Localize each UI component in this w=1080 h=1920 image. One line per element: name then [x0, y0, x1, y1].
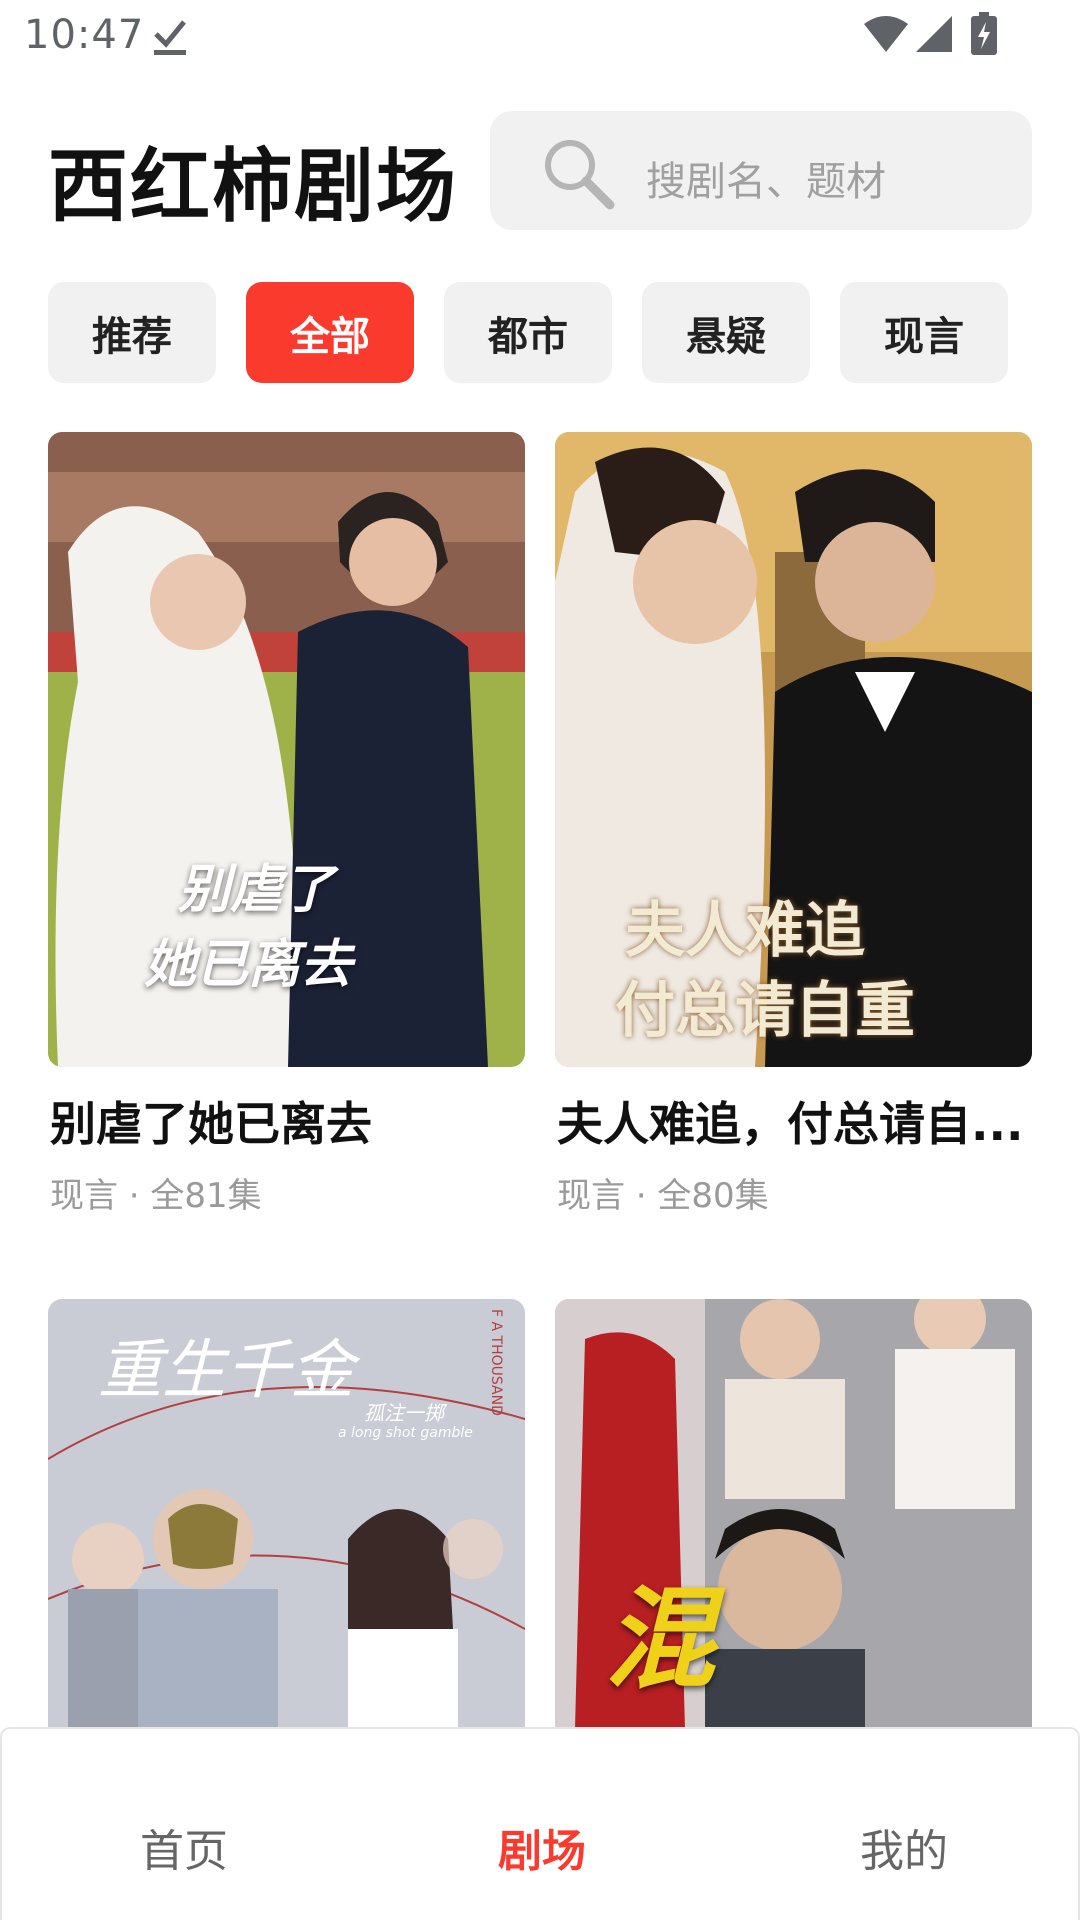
bottom-nav: 首页 剧场 我的 — [0, 1727, 1080, 1920]
tab-recommend[interactable]: 推荐 — [48, 282, 216, 383]
nav-mine[interactable]: 我的 — [860, 1815, 948, 1879]
tab-all[interactable]: 全部 — [246, 282, 414, 383]
drama-title[interactable]: 别虐了她已离去 — [50, 1088, 527, 1154]
poster-title-line: 孤注一掷 — [364, 1401, 444, 1425]
drama-poster[interactable]: 夫人难追 付总请自重 — [555, 432, 1032, 1067]
poster-title-line: 别虐了 — [178, 860, 335, 920]
nav-home[interactable]: 首页 — [140, 1815, 228, 1879]
download-done-icon — [154, 20, 186, 55]
tab-urban[interactable]: 都市 — [444, 282, 612, 383]
poster-title-line: 重生千金 — [98, 1334, 354, 1408]
nav-theater[interactable]: 剧场 — [498, 1815, 586, 1879]
search-input[interactable]: 搜剧名、题材 — [490, 111, 1032, 230]
drama-poster[interactable]: 混 — [555, 1299, 1032, 1729]
tab-suspense[interactable]: 悬疑 — [642, 282, 810, 383]
battery-charging-icon — [971, 12, 997, 55]
poster-title-line: 付总请自重 — [615, 976, 915, 1046]
poster-title-line: a long shot gamble — [338, 1425, 473, 1441]
drama-card[interactable]: 夫人难追 付总请自重 夫人难追，付总请自... 现言 · 全80集 — [555, 432, 1034, 1216]
status-time: 10:47 — [24, 12, 145, 58]
wifi-icon — [864, 16, 908, 52]
drama-card[interactable]: 别虐了 她已离去 别虐了她已离去 现言 · 全81集 — [48, 432, 527, 1216]
poster-title-line: 混 — [605, 1575, 715, 1703]
drama-poster[interactable]: 别虐了 她已离去 — [48, 432, 525, 1067]
status-bar: 10:47 — [0, 0, 1080, 72]
search-placeholder: 搜剧名、题材 — [646, 159, 886, 205]
poster-title-line: F A THOUSAND — [488, 1309, 504, 1416]
drama-title[interactable]: 夫人难追，付总请自... — [557, 1088, 1034, 1154]
poster-title-line: 夫人难追 — [625, 896, 865, 966]
poster-title-line: 她已离去 — [144, 935, 353, 995]
search-icon — [545, 140, 615, 210]
signal-icon — [916, 16, 952, 52]
drama-meta: 现言 · 全80集 — [557, 1176, 769, 1216]
drama-meta: 现言 · 全81集 — [50, 1176, 262, 1216]
app-title: 西红柿剧场 — [48, 140, 458, 233]
drama-card[interactable]: 重生千金 孤注一掷 a long shot gamble F A THOUSAN… — [48, 1299, 525, 1729]
theater-page: 10:47 西红柿剧场 搜剧名、题材 推荐 全部 都市 悬疑 现言 别虐了 她已… — [0, 0, 1080, 1920]
tab-modern-romance[interactable]: 现言 — [840, 282, 1008, 383]
drama-poster[interactable]: 重生千金 孤注一掷 a long shot gamble F A THOUSAN… — [48, 1299, 525, 1729]
drama-card[interactable]: 混 — [555, 1299, 1032, 1729]
